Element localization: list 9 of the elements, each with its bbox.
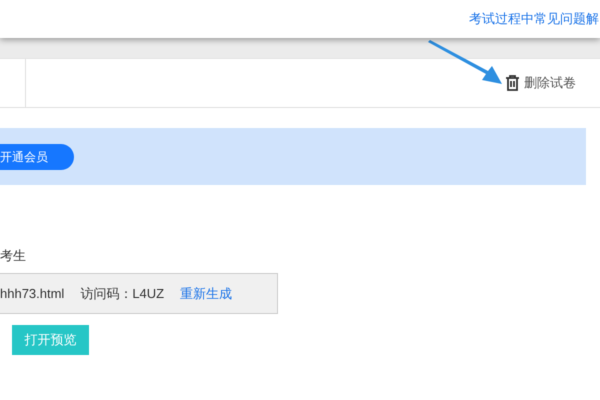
help-link[interactable]: 考试过程中常见问题解 (469, 9, 600, 29)
preview-button[interactable]: 打开预览 (12, 325, 89, 355)
regenerate-link[interactable]: 重新生成 (180, 284, 232, 304)
delete-exam-button[interactable]: 删除试卷 (505, 73, 576, 93)
trash-icon (505, 75, 520, 91)
section-label: 考生 (0, 246, 26, 264)
exam-url: hhh73.html (0, 284, 64, 303)
access-code: 访问码：L4UZ (80, 284, 164, 303)
membership-button[interactable]: 开通会员 (0, 144, 74, 170)
